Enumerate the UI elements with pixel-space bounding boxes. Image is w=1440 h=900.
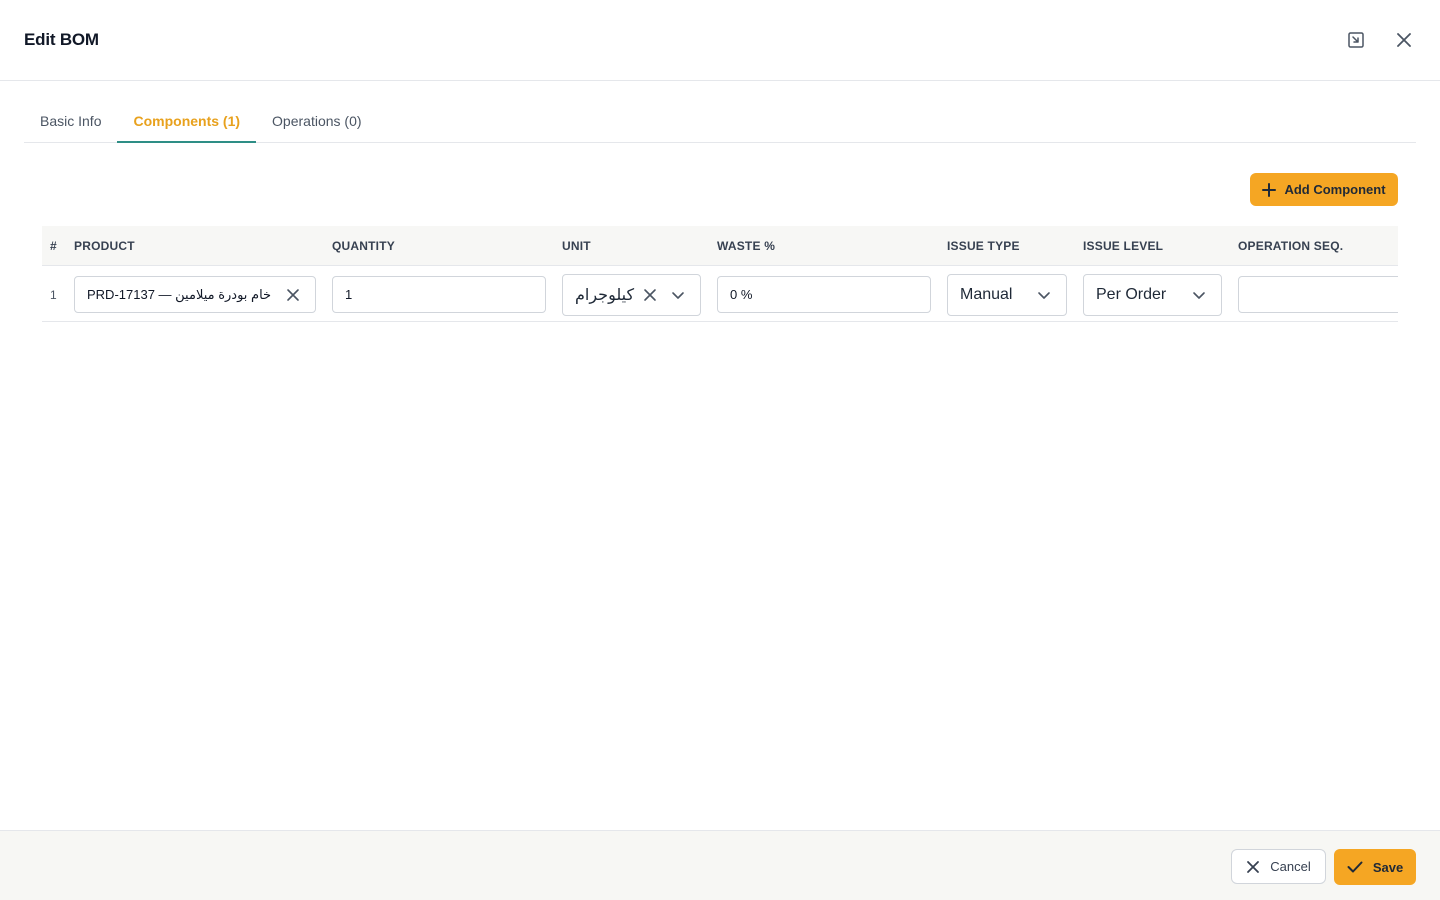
dialog-header: Edit BOM <box>0 0 1440 81</box>
column-header-unit: UNIT <box>562 239 591 253</box>
cancel-button[interactable]: Cancel <box>1231 849 1326 884</box>
issue-type-value: Manual <box>960 285 1013 303</box>
chevron-down-icon[interactable] <box>1189 285 1209 305</box>
operation-seq-input[interactable] <box>1238 276 1398 313</box>
row-number: 1 <box>50 287 57 302</box>
product-field[interactable]: PRD-17137 — خام بودرة ميلامين <box>74 276 316 313</box>
check-icon <box>1347 861 1363 873</box>
save-label: Save <box>1372 859 1404 875</box>
waste-value: 0 % <box>730 287 753 302</box>
column-header-issue-level: ISSUE LEVEL <box>1083 239 1164 253</box>
table-row: 1 PRD-17137 — خام بودرة ميلامين 1 كيلوجر… <box>42 267 1398 322</box>
header-actions <box>1344 28 1416 52</box>
close-icon[interactable] <box>1392 28 1416 52</box>
quantity-value: 1 <box>345 287 353 302</box>
tab-components[interactable]: Components (1) <box>117 100 257 143</box>
close-icon <box>1247 860 1260 873</box>
tab-operations[interactable]: Operations (0) <box>256 100 377 142</box>
unit-select[interactable]: كيلوجرام <box>562 273 701 316</box>
column-header-waste: WASTE % <box>717 239 776 253</box>
issue-level-value: Per Order <box>1096 285 1167 303</box>
tab-basic-info[interactable]: Basic Info <box>24 100 117 142</box>
waste-input[interactable]: 0 % <box>717 276 931 313</box>
column-header-quantity: QUANTITY <box>332 239 395 253</box>
quantity-input[interactable]: 1 <box>332 276 546 313</box>
issue-level-select[interactable]: Per Order <box>1083 273 1222 316</box>
dialog-footer: Cancel Save <box>0 830 1440 900</box>
chevron-down-icon[interactable] <box>1034 285 1054 305</box>
components-table: # PRODUCT QUANTITY UNIT WASTE % ISSUE TY… <box>42 226 1398 326</box>
unit-value: كيلوجرام <box>575 286 635 304</box>
save-button[interactable]: Save <box>1334 849 1416 885</box>
plus-icon <box>1262 182 1277 197</box>
clear-product-icon[interactable] <box>283 285 303 305</box>
clear-unit-icon[interactable] <box>640 285 660 305</box>
issue-type-select[interactable]: Manual <box>947 273 1067 316</box>
cancel-label: Cancel <box>1270 859 1311 874</box>
column-header-product: PRODUCT <box>74 239 135 253</box>
chevron-down-icon[interactable] <box>668 285 688 305</box>
table-header: # PRODUCT QUANTITY UNIT WASTE % ISSUE TY… <box>42 226 1398 266</box>
tab-bar: Basic Info Components (1) Operations (0) <box>24 100 1416 143</box>
add-component-label: Add Component <box>1284 182 1386 197</box>
product-value: PRD-17137 — خام بودرة ميلامين <box>87 286 272 302</box>
add-component-button[interactable]: Add Component <box>1250 173 1398 206</box>
dialog-title: Edit BOM <box>24 30 99 49</box>
column-header-issue-type: ISSUE TYPE <box>947 239 1020 253</box>
restore-window-icon[interactable] <box>1344 28 1368 52</box>
column-header-operation-seq: OPERATION SEQ. <box>1238 239 1344 253</box>
column-header-number: # <box>50 239 57 253</box>
